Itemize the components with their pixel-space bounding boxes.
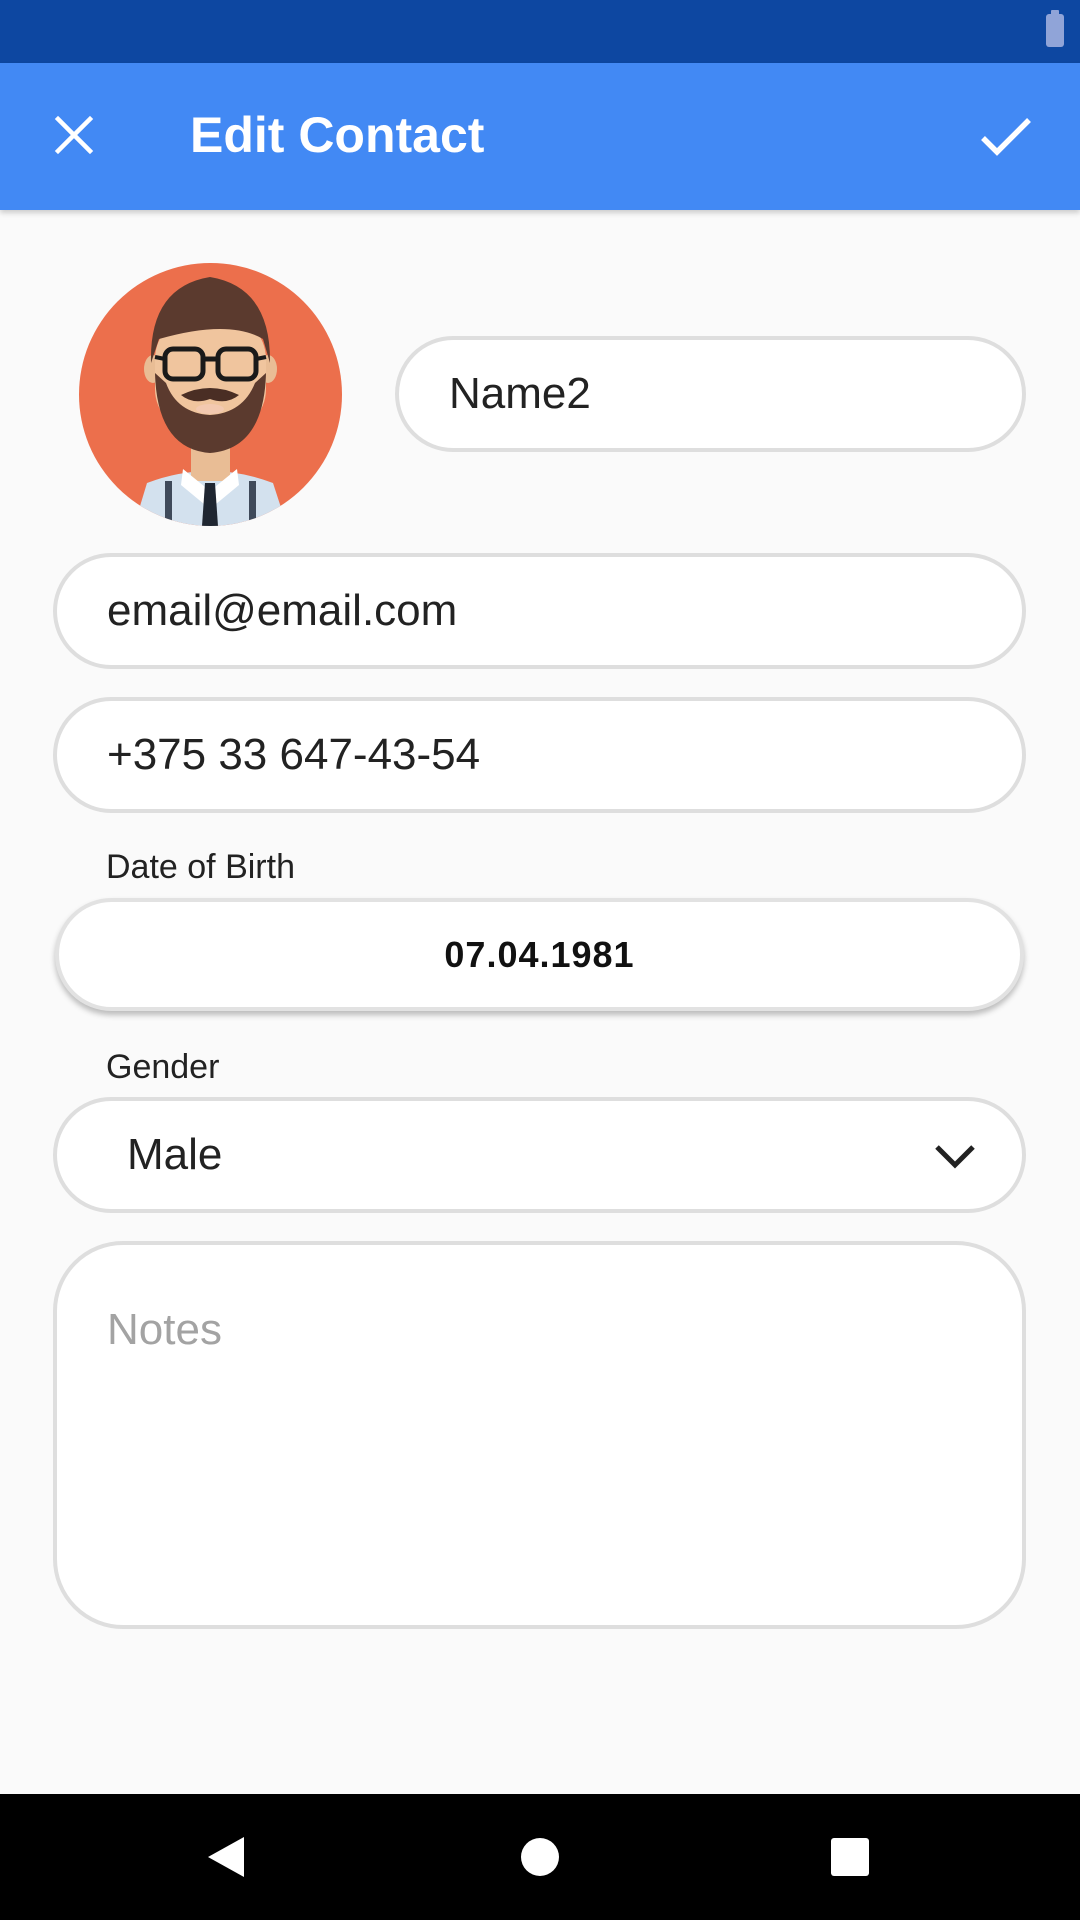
- gender-label: Gender: [106, 1048, 220, 1086]
- avatar[interactable]: [79, 263, 342, 526]
- close-icon: [54, 115, 94, 155]
- name-value: Name2: [449, 369, 591, 418]
- avatar-image: [134, 277, 287, 526]
- page-title: Edit Contact: [190, 107, 485, 163]
- notes-field[interactable]: Notes: [53, 1241, 1026, 1629]
- app-bar: Edit Contact: [0, 63, 1080, 210]
- battery-icon: [1046, 10, 1064, 47]
- check-icon: [981, 118, 1031, 156]
- nav-back-button[interactable]: [196, 1827, 256, 1887]
- back-icon: [208, 1837, 244, 1877]
- name-field[interactable]: Name2: [395, 336, 1026, 452]
- close-button[interactable]: [46, 107, 102, 163]
- email-field[interactable]: email@email.com: [53, 553, 1026, 669]
- gender-select[interactable]: Male: [53, 1097, 1026, 1213]
- navigation-bar: [0, 1794, 1080, 1920]
- gender-value: Male: [127, 1130, 223, 1179]
- chevron-down-icon: [932, 1133, 978, 1179]
- home-icon: [521, 1838, 559, 1876]
- nav-recents-button[interactable]: [820, 1827, 880, 1887]
- nav-home-button[interactable]: [510, 1827, 570, 1887]
- status-bar: [0, 0, 1080, 63]
- phone-field[interactable]: +375 33 647-43-54: [53, 697, 1026, 813]
- date-of-birth-button[interactable]: 07.04.1981: [55, 898, 1024, 1011]
- phone-value: +375 33 647-43-54: [107, 730, 481, 779]
- email-value: email@email.com: [107, 586, 458, 635]
- dob-label: Date of Birth: [106, 848, 295, 886]
- notes-placeholder: Notes: [107, 1305, 222, 1354]
- save-button[interactable]: [974, 105, 1038, 169]
- recents-icon: [831, 1838, 869, 1876]
